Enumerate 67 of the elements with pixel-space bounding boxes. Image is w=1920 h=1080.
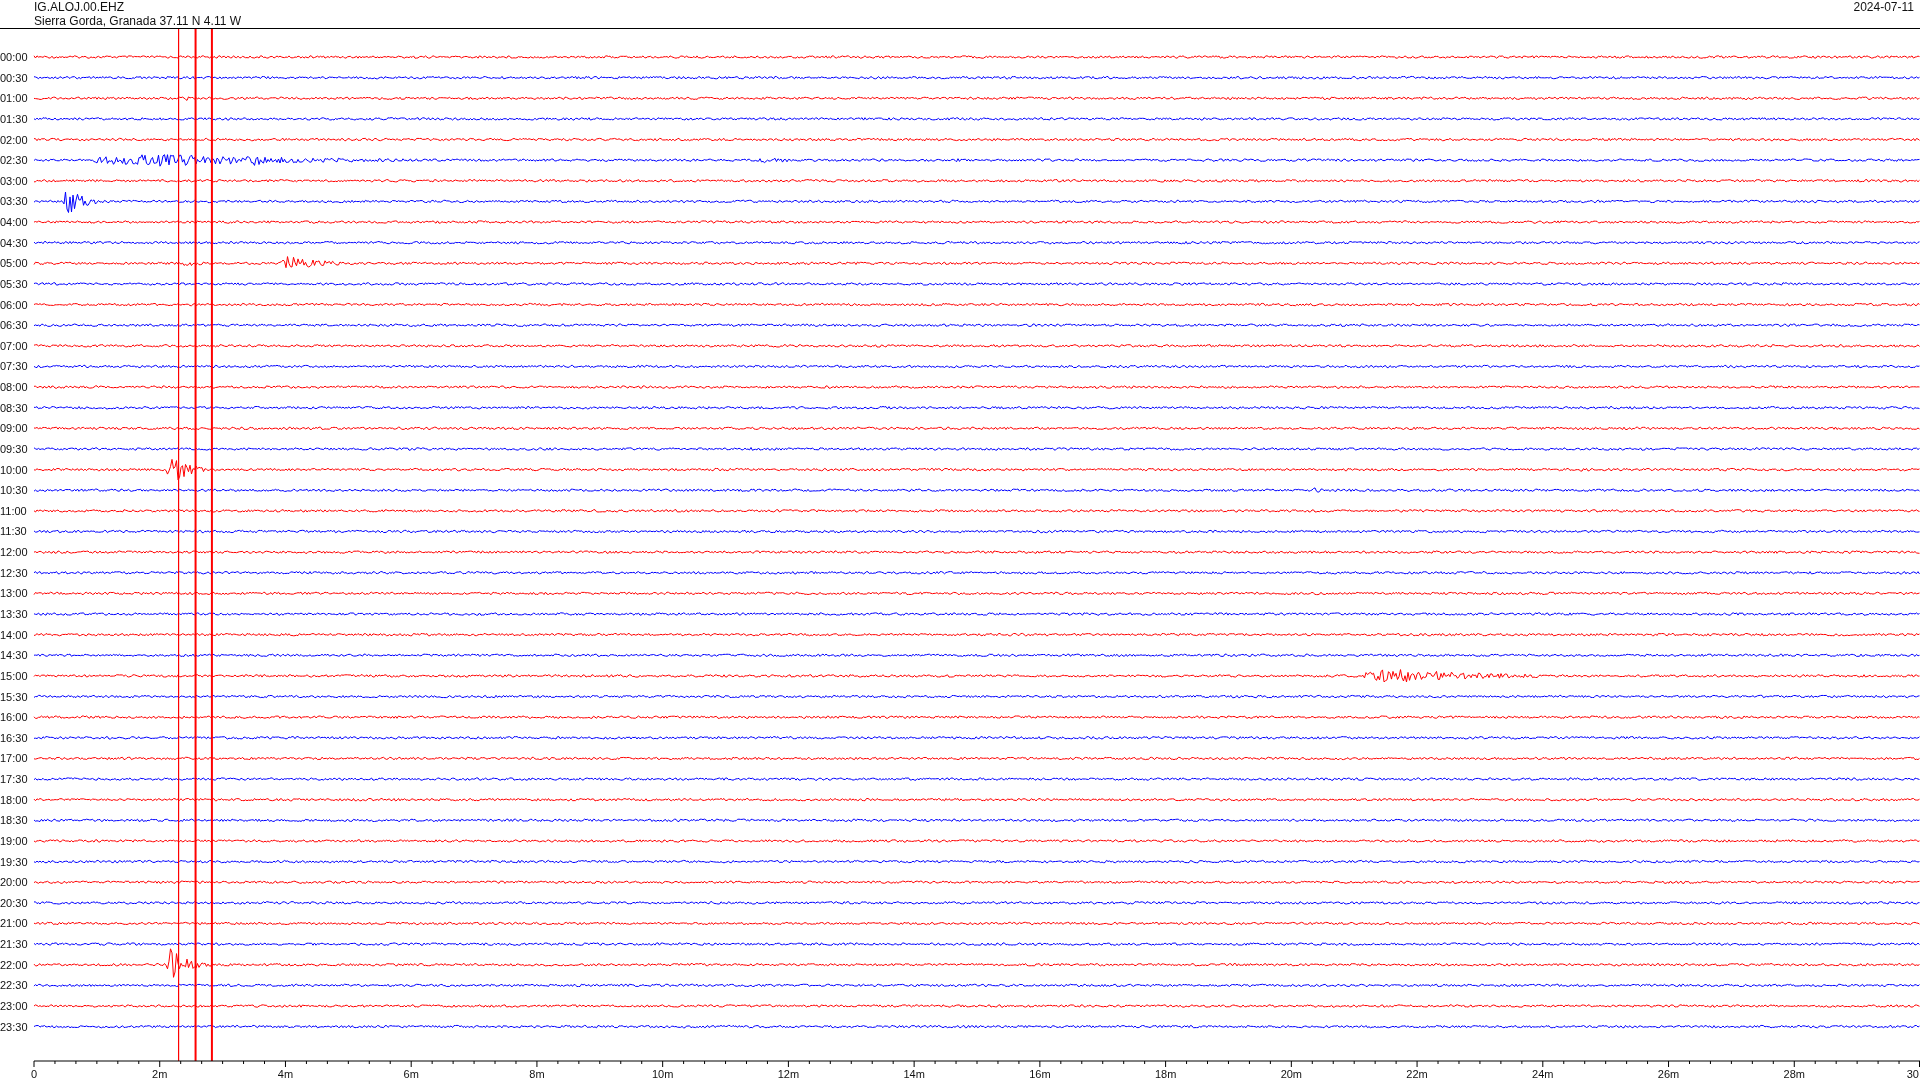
axis-tick-label: 6m (403, 1068, 419, 1079)
time-label: 11:30 (0, 525, 27, 538)
time-label: 14:00 (0, 628, 28, 641)
time-label: 22:00 (0, 958, 28, 971)
time-label: 05:00 (0, 257, 28, 270)
station-location: Sierra Gorda, Granada 37.11 N 4.11 W (34, 14, 241, 28)
time-label: 13:30 (0, 608, 28, 620)
axis-tick-label: 10m (651, 1068, 674, 1079)
time-label: 06:30 (0, 319, 28, 332)
axis-tick-label: 28m (1783, 1068, 1805, 1079)
time-label: 01:30 (0, 112, 28, 125)
time-label: 15:30 (0, 690, 28, 703)
axis-tick-label: 18m (1154, 1068, 1177, 1079)
time-label: 13:00 (0, 587, 28, 600)
channel-title: IG.ALOJ.00.EHZ (34, 0, 126, 14)
axis-tick-label: 14m (903, 1068, 925, 1079)
time-label: 11:00 (0, 504, 27, 517)
time-label: 17:30 (0, 773, 28, 786)
time-label: 15:00 (0, 669, 28, 682)
time-label: 20:00 (0, 876, 28, 889)
axis-tick-label: 20m (1280, 1068, 1303, 1079)
axis-tick-label: 30 (1906, 1068, 1919, 1079)
time-label: 06:00 (0, 298, 28, 311)
time-label: 03:00 (0, 174, 28, 187)
time-label: 21:00 (0, 917, 28, 930)
time-label: 12:00 (0, 546, 28, 559)
time-label: 09:30 (0, 442, 28, 455)
time-label: 20:30 (0, 896, 28, 909)
time-label: 04:00 (0, 216, 28, 229)
time-label: 16:30 (0, 731, 28, 744)
time-label: 02:00 (0, 133, 28, 146)
axis-tick-label: 8m (529, 1068, 545, 1079)
time-label: 18:30 (0, 814, 28, 827)
time-label: 18:00 (0, 793, 28, 806)
time-label: 23:00 (0, 1000, 28, 1012)
date-label: 2024-07-11 (1853, 0, 1914, 14)
axis-tick-label: 24m (1532, 1068, 1554, 1079)
time-label: 19:00 (0, 834, 28, 847)
time-label: 23:30 (0, 1020, 28, 1033)
time-label: 17:00 (0, 752, 28, 765)
time-label: 14:30 (0, 649, 28, 662)
time-label: 08:00 (0, 381, 28, 394)
time-label: 07:30 (0, 360, 28, 373)
time-label: 03:30 (0, 195, 28, 208)
axis-tick-label: 22m (1406, 1068, 1428, 1079)
axis-tick-label: 0 (30, 1068, 38, 1079)
time-label: 04:30 (0, 236, 28, 249)
axis-tick-label: 2m (152, 1068, 168, 1079)
time-label: 21:30 (0, 938, 28, 951)
time-label: 19:30 (0, 855, 28, 868)
axis-tick-label: 26m (1657, 1068, 1680, 1079)
time-label: 10:30 (0, 484, 28, 497)
time-label: 05:30 (0, 277, 28, 290)
time-label: 00:00 (0, 51, 28, 63)
time-label: 09:00 (0, 422, 28, 435)
time-label: 16:00 (0, 711, 28, 724)
time-label: 07:00 (0, 339, 28, 352)
time-label: 08:30 (0, 401, 28, 414)
time-label: 02:30 (0, 154, 28, 167)
time-label: 12:30 (0, 566, 28, 579)
time-label: 00:30 (0, 71, 28, 84)
axis-tick-label: 4m (277, 1068, 294, 1079)
axis-tick-label: 12m (777, 1068, 800, 1079)
time-label: 22:30 (0, 979, 28, 992)
axis-tick-label: 16m (1029, 1068, 1051, 1079)
time-label: 01:00 (0, 92, 28, 105)
time-label: 10:00 (0, 463, 28, 476)
